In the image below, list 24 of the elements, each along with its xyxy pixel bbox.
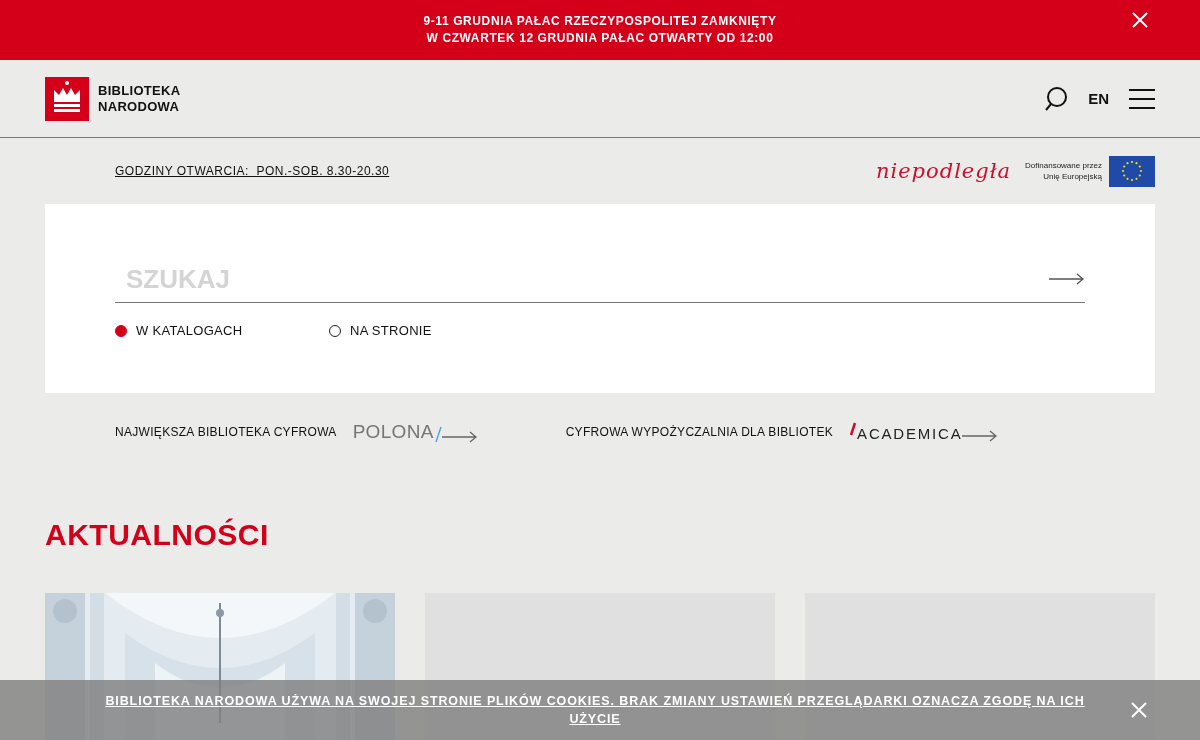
close-icon[interactable] [1131, 11, 1149, 29]
promo-link[interactable]: NAJWIĘKSZA BIBLIOTEKA CYFROWA [115, 425, 337, 439]
radio-button[interactable] [115, 324, 127, 337]
search-icon[interactable] [1044, 85, 1069, 112]
eu-funding-note: Dofinansowane przez Unię Europejską [1025, 160, 1102, 182]
campaign-logo[interactable]: niepodległa [875, 159, 1012, 183]
language-link[interactable]: EN [1088, 90, 1109, 107]
logo-text[interactable]: BIBLIOTEKA NARODOWA [98, 82, 181, 115]
search-scope-option[interactable]: W KATALOGACH [115, 323, 269, 338]
crown-logo-icon[interactable] [45, 76, 89, 121]
slash-icon [433, 425, 442, 443]
arrow-icon[interactable] [962, 430, 999, 442]
eu-flag-icon [1109, 155, 1155, 187]
brand-logo[interactable]: POLONA [352, 421, 434, 443]
section-heading: AKTUALNOŚCI [45, 518, 270, 552]
announcement-text: 9-11 GRUDNIA PAŁAC RZECZYPOSPOLITEJ ZAMKNIĘTY W CZWARTEK 12 GRUDNIA PAŁAC OTWARTY OD 12:00 [423, 13, 777, 47]
close-icon[interactable] [1130, 701, 1148, 719]
arrow-icon[interactable] [441, 431, 478, 443]
opening-hours-link[interactable]: GODZINY OTWARCIA: PON.-SOB. 8.30-20.30 [115, 164, 390, 178]
search-scope-option[interactable]: NA STRONIE [329, 323, 483, 338]
menu-icon[interactable] [1129, 88, 1155, 109]
promo-link[interactable]: CYFROWA WYPOŻYCZALNIA DLA BIBLIOTEK [565, 425, 834, 439]
brand-logo[interactable]: ACADEMICA [857, 425, 963, 442]
arrow-icon[interactable] [1049, 273, 1085, 285]
